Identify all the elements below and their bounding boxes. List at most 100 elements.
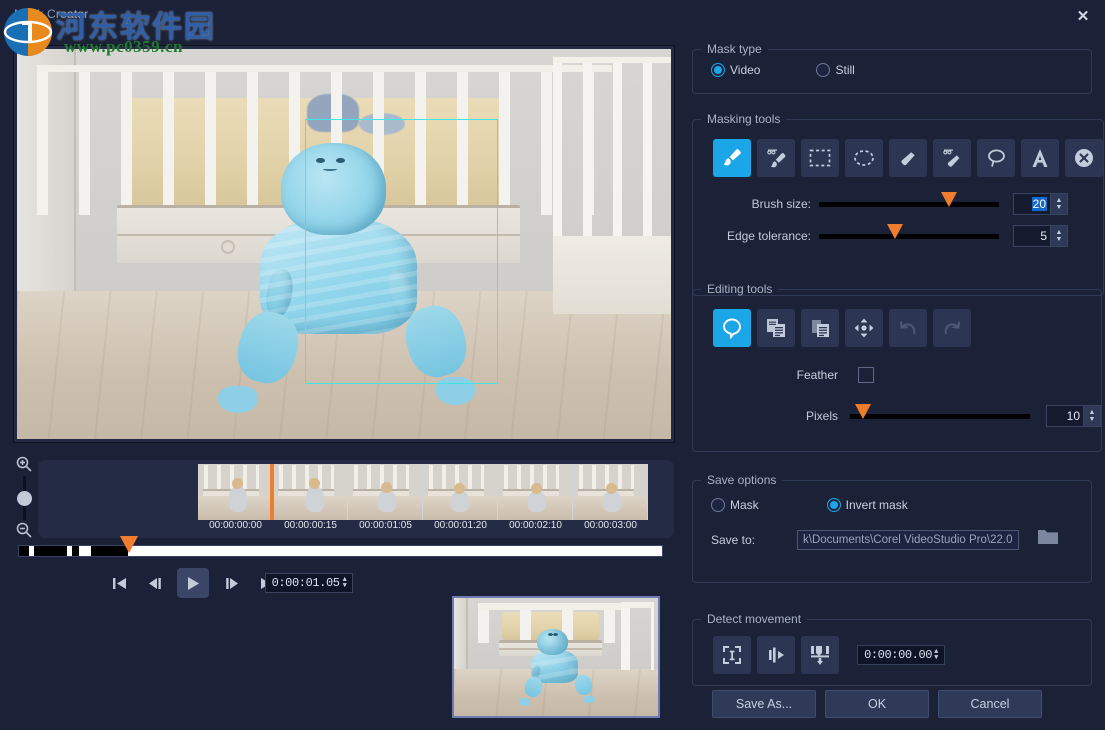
masked-subject xyxy=(213,143,475,416)
radio-label: Invert mask xyxy=(846,498,908,512)
edge-tolerance-slider[interactable] xyxy=(819,234,999,239)
detect-current-frame-button[interactable] xyxy=(713,636,751,674)
editing-tools-group: Editing tools xyxy=(692,282,1102,452)
preview-image xyxy=(17,49,671,439)
rectangle-select-tool[interactable] xyxy=(801,139,839,177)
radio-indicator xyxy=(711,498,725,512)
filmstrip-thumbnail[interactable] xyxy=(498,464,573,520)
text-tool[interactable] xyxy=(1021,139,1059,177)
brush-size-slider[interactable] xyxy=(819,202,999,207)
filmstrip-thumbnail[interactable] xyxy=(423,464,498,520)
previous-frame-icon[interactable] xyxy=(141,569,169,597)
masking-tools-group: Masking tools xyxy=(692,112,1104,296)
brush-tool[interactable] xyxy=(713,139,751,177)
pixels-stepper[interactable]: ▲▼ xyxy=(1084,405,1101,427)
edge-tolerance-stepper[interactable]: ▲▼ xyxy=(1051,225,1068,247)
pixels-knob[interactable] xyxy=(855,404,871,419)
eraser-tool[interactable] xyxy=(889,139,927,177)
save-as-button[interactable]: Save As... xyxy=(712,690,816,718)
filmstrip-thumbnail[interactable] xyxy=(273,464,348,520)
edge-tolerance-spinner[interactable]: 5 ▲▼ xyxy=(1013,225,1068,247)
filmstrip-thumbnail[interactable] xyxy=(198,464,273,520)
feather-checkbox[interactable] xyxy=(858,367,874,383)
radio-mask-type-still[interactable]: Still xyxy=(816,63,854,77)
filmstrip-thumbnail[interactable] xyxy=(348,464,423,520)
dialog-button-bar: Save As... OK Cancel xyxy=(712,690,1042,718)
right-panel: Mask type Video Still Masking tools xyxy=(690,30,1105,730)
zoom-in-icon[interactable] xyxy=(15,455,33,473)
save-options-legend: Save options xyxy=(701,473,782,487)
filmstrip-playhead[interactable] xyxy=(270,464,274,520)
radio-indicator xyxy=(711,63,725,77)
save-to-path-field[interactable]: k\Documents\Corel VideoStudio Pro\22.0 xyxy=(797,530,1019,550)
radio-label: Still xyxy=(835,63,854,77)
brush-size-value-field[interactable]: 20 xyxy=(1013,193,1051,215)
ellipse-select-tool[interactable] xyxy=(845,139,883,177)
timeline-zoom-slider[interactable] xyxy=(10,455,40,541)
radio-save-mask[interactable]: Mask xyxy=(711,498,759,512)
detect-forward-button[interactable] xyxy=(757,636,795,674)
mask-result-preview xyxy=(452,596,660,718)
title-bar: Mask Creator ✕ xyxy=(0,0,1105,30)
smart-brush-tool[interactable] xyxy=(757,139,795,177)
radio-label: Video xyxy=(730,63,760,77)
brush-size-spinner[interactable]: 20 ▲▼ xyxy=(1013,193,1068,215)
scrub-bar[interactable] xyxy=(18,545,663,557)
video-preview[interactable] xyxy=(14,46,674,442)
filmstrip-thumbnail[interactable] xyxy=(573,464,648,520)
mask-creator-dialog: Mask Creator ✕ xyxy=(0,0,1105,730)
copy-tool[interactable] xyxy=(757,309,795,347)
detect-duration-stepper[interactable]: ▲▼ xyxy=(934,649,938,661)
brush-size-value: 20 xyxy=(1032,197,1047,211)
timestamp-label: 00:00:00:15 xyxy=(273,520,348,537)
close-icon[interactable]: ✕ xyxy=(1069,4,1097,28)
timeline-panel[interactable]: 00:00:00:00 00:00:00:15 00:00:01:05 00:0… xyxy=(38,460,674,538)
radio-indicator xyxy=(827,498,841,512)
timestamp-label: 00:00:02:10 xyxy=(498,520,573,537)
time-spinner-icon[interactable]: ▲▼ xyxy=(343,577,347,589)
filmstrip-timestamps: 00:00:00:00 00:00:00:15 00:00:01:05 00:0… xyxy=(198,520,661,537)
pixels-value[interactable]: 10 xyxy=(1046,405,1084,427)
radio-mask-type-video[interactable]: Video xyxy=(711,63,760,77)
smart-eraser-tool[interactable] xyxy=(933,139,971,177)
radio-save-invert-mask[interactable]: Invert mask xyxy=(827,498,908,512)
detect-to-end-button[interactable] xyxy=(801,636,839,674)
pixels-slider[interactable] xyxy=(850,414,1030,419)
magic-wand-tool[interactable] xyxy=(977,139,1015,177)
redo-tool xyxy=(933,309,971,347)
left-panel: 00:00:00:00 00:00:00:15 00:00:01:05 00:0… xyxy=(0,30,688,730)
detect-movement-duration[interactable]: 0:00:00.00 ▲▼ xyxy=(857,645,945,665)
save-to-label: Save to: xyxy=(711,533,797,547)
brush-size-label: Brush size: xyxy=(693,197,811,211)
paste-tool[interactable] xyxy=(801,309,839,347)
undo-tool xyxy=(889,309,927,347)
edge-tolerance-value[interactable]: 5 xyxy=(1013,225,1051,247)
select-mask-tool[interactable] xyxy=(713,309,751,347)
pixels-spinner[interactable]: 10 ▲▼ xyxy=(1046,405,1101,427)
radio-indicator xyxy=(816,63,830,77)
go-to-start-icon[interactable] xyxy=(105,569,133,597)
mask-type-group: Mask type Video Still xyxy=(692,42,1092,94)
brush-size-stepper[interactable]: ▲▼ xyxy=(1051,193,1068,215)
masking-tools-legend: Masking tools xyxy=(701,112,786,126)
radio-label: Mask xyxy=(730,498,759,512)
detect-duration-value: 0:00:00.00 xyxy=(864,648,932,662)
edge-tolerance-label: Edge tolerance: xyxy=(693,229,811,243)
pixels-label: Pixels xyxy=(693,409,838,423)
timestamp-label: 00:00:00:00 xyxy=(198,520,273,537)
next-frame-icon[interactable] xyxy=(217,569,245,597)
detect-movement-group: Detect movement xyxy=(692,612,1092,686)
zoom-slider-knob[interactable] xyxy=(17,491,32,506)
current-time-display[interactable]: 0:00:01.05 ▲▼ xyxy=(265,573,353,593)
ok-button[interactable]: OK xyxy=(825,690,929,718)
brush-size-knob[interactable] xyxy=(941,192,957,207)
folder-icon[interactable] xyxy=(1037,528,1059,551)
move-tool[interactable] xyxy=(845,309,883,347)
scrub-playhead[interactable] xyxy=(120,536,138,553)
cancel-button[interactable]: Cancel xyxy=(938,690,1042,718)
scrub-bar-progress xyxy=(19,546,128,556)
play-icon[interactable] xyxy=(177,568,209,598)
edge-tolerance-knob[interactable] xyxy=(887,224,903,239)
remove-mask-tool[interactable] xyxy=(1065,139,1103,177)
zoom-out-icon[interactable] xyxy=(15,521,33,539)
